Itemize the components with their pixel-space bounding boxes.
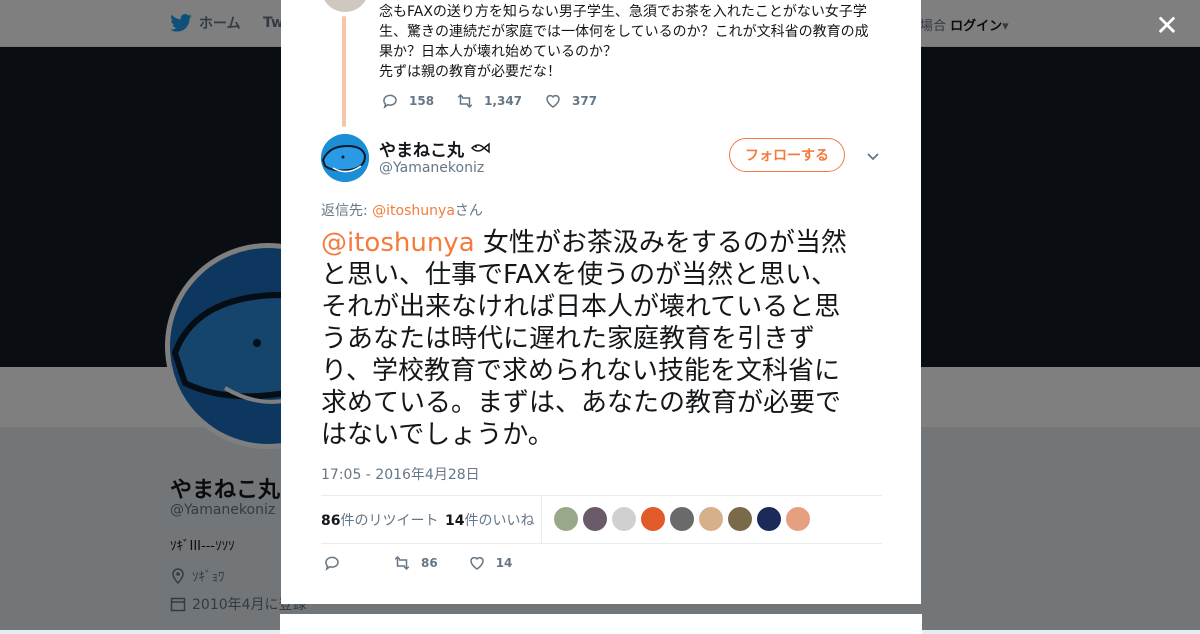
reply-icon [383, 94, 397, 109]
liker-avatar[interactable] [612, 507, 636, 531]
parent-tweet-actions: 158 1,347 377 [381, 92, 619, 110]
tweet-actions: 86 14 [323, 554, 542, 572]
like-stat[interactable]: 14件のいいね [445, 510, 534, 530]
author-name[interactable]: やまねこ丸 [379, 136, 490, 161]
retweet-button[interactable]: 86 [393, 554, 438, 572]
tweet-text-line: 求めている。まずは、あなたの教育が必要で [321, 388, 842, 418]
follow-button[interactable]: フォローする [729, 138, 845, 172]
parent-text-line: 先ずは親の教育が必要だな！ [379, 64, 561, 80]
liker-avatar[interactable] [728, 507, 752, 531]
heart-icon [469, 556, 484, 570]
retweet-stat-count: 86 [321, 513, 341, 529]
parent-tweet-avatar[interactable] [321, 0, 369, 12]
mention-link[interactable]: @itoshunya [321, 228, 475, 258]
liker-avatars [554, 507, 810, 531]
like-button[interactable]: 14 [468, 554, 513, 572]
thread-line [342, 16, 346, 127]
like-action-count: 14 [495, 556, 513, 570]
liker-avatar[interactable] [670, 507, 694, 531]
liker-avatar[interactable] [757, 507, 781, 531]
parent-reply-count: 158 [409, 94, 435, 108]
parent-like-button[interactable]: 377 [544, 92, 597, 110]
retweet-stat-label: 件のリツイート [340, 513, 439, 529]
parent-reply-button[interactable]: 158 [381, 92, 434, 110]
liker-avatar[interactable] [641, 507, 665, 531]
author-name-text: やまねこ丸 [379, 141, 464, 161]
retweet-action-count: 86 [421, 556, 438, 570]
parent-text-line: 生、驚きの連続だが家庭では一体何をしているのか？これが文科省の教育の成 [379, 24, 869, 40]
like-stat-label: 件のいいね [464, 513, 535, 529]
close-icon[interactable]: ✕ [1153, 12, 1181, 40]
parent-retweet-button[interactable]: 1,347 [456, 92, 522, 110]
liker-avatar[interactable] [699, 507, 723, 531]
parent-text-line: 果か？日本人が壊れ始めているのか？ [379, 44, 617, 60]
liker-avatar[interactable] [786, 507, 810, 531]
parent-retweet-count: 1,347 [484, 94, 523, 108]
parent-avatar-image [324, 0, 366, 12]
reply-icon [325, 556, 339, 571]
tweet-text-line: はないでしょうか。 [321, 420, 554, 450]
tweet-stats: 86件のリツイート 14件のいいね [321, 495, 882, 544]
retweet-icon [457, 93, 473, 109]
like-stat-count: 14 [445, 513, 465, 529]
retweet-icon [394, 555, 410, 571]
heart-icon [546, 94, 560, 108]
reply-prefix: 返信先: [321, 203, 373, 219]
tweet-text-line: @itoshunya 女性がお茶汲みをするのが当然 [321, 227, 887, 259]
next-card-edge [280, 614, 922, 634]
whale-avatar-image [321, 134, 369, 182]
parent-tweet-text: 念もFAXの送り方を知らない男子学生、急須でお茶を入れたことがない女子学 生、驚… [379, 2, 879, 82]
stats-divider [541, 496, 542, 543]
tweet-timestamp[interactable]: 17:05 - 2016年4月28日 [321, 464, 480, 484]
parent-text-line: 念もFAXの送り方を知らない男子学生、急須でお茶を入れたことがない女子学 [379, 4, 867, 20]
reply-to-link[interactable]: @itoshunya [372, 203, 455, 219]
tweet-text-segment: 女性がお茶汲みをするのが当然 [474, 228, 847, 258]
tweet-modal: 念もFAXの送り方を知らない男子学生、急須でお茶を入れたことがない女子学 生、驚… [281, 0, 921, 604]
fish-emoji-icon [470, 142, 490, 154]
reply-button[interactable] [323, 554, 341, 572]
tweet-text-line: それが出来なければ日本人が壊れていると思 [321, 292, 841, 322]
liker-avatar[interactable] [583, 507, 607, 531]
liker-avatar[interactable] [554, 507, 578, 531]
chevron-down-icon[interactable] [865, 148, 881, 164]
parent-like-count: 377 [572, 94, 598, 108]
tweet-text-line: と思い、仕事でFAXを使うのが当然と思い、 [321, 260, 838, 290]
author-handle[interactable]: @Yamanekoniz [379, 160, 484, 176]
tweet-text: @itoshunya 女性がお茶汲みをするのが当然 と思い、仕事でFAXを使うの… [321, 227, 887, 451]
reply-suffix: さん [454, 203, 483, 219]
reply-context: 返信先: @itoshunyaさん [321, 200, 483, 220]
retweet-stat[interactable]: 86件のリツイート [321, 510, 438, 530]
tweet-text-line: り、学校教育で求められない技能を文科省に [321, 356, 840, 386]
author-avatar[interactable] [321, 134, 369, 182]
tweet-text-line: うあなたは時代に遅れた家庭教育を引きず [321, 324, 816, 354]
